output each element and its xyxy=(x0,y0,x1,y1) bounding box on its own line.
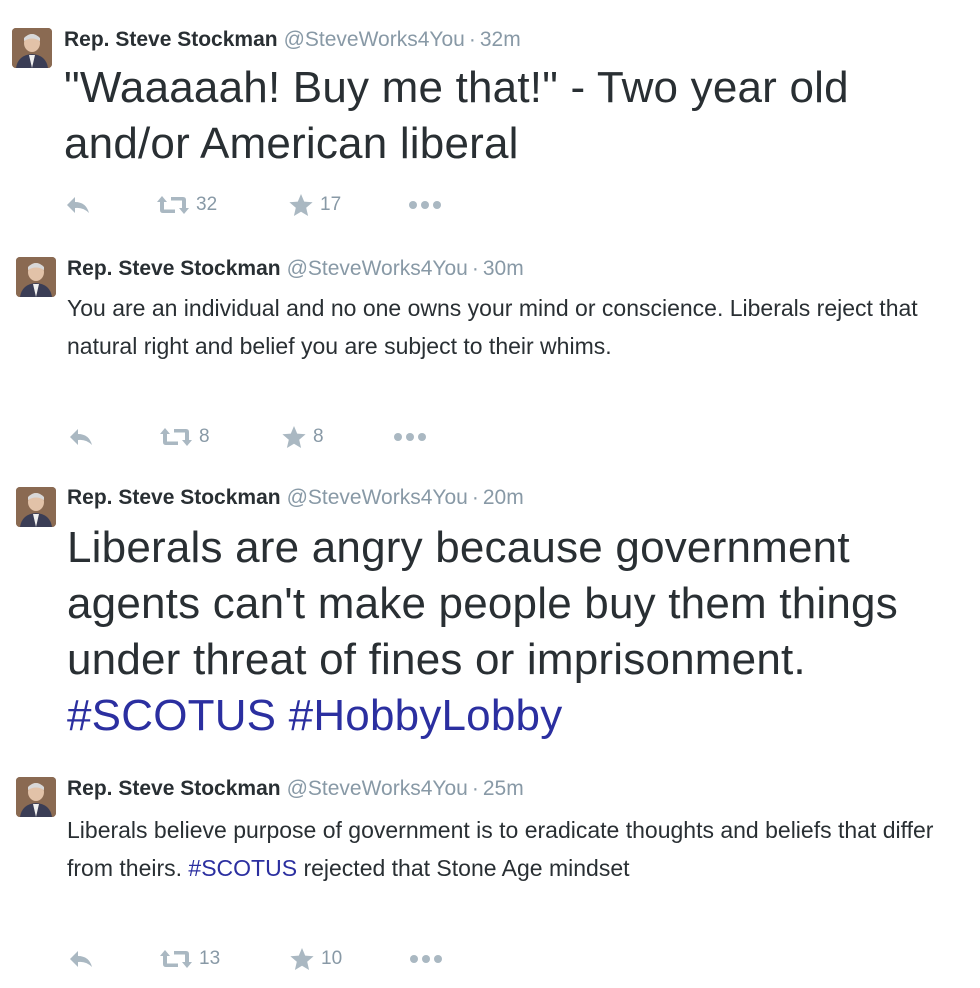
retweet-count: 13 xyxy=(199,948,221,969)
more-button[interactable] xyxy=(408,192,442,218)
retweet-icon xyxy=(160,950,192,968)
more-dots-icon xyxy=(394,433,426,441)
separator: · xyxy=(468,28,476,51)
avatar[interactable] xyxy=(16,487,56,527)
reply-button[interactable] xyxy=(67,424,95,450)
reply-icon xyxy=(70,429,92,445)
reply-button[interactable] xyxy=(64,192,92,218)
tweet: Rep. Steve Stockman @SteveWorks4You · 32m "… xyxy=(0,0,980,232)
tweet-text-part: "Waaaaah! Buy me that!" - Two year old a… xyxy=(64,63,849,168)
timestamp[interactable]: 32m xyxy=(480,28,521,51)
author-name[interactable]: Rep. Steve Stockman xyxy=(67,777,281,800)
reply-button[interactable] xyxy=(67,946,95,972)
more-dots-icon xyxy=(410,955,442,963)
retweet-button[interactable]: 32 xyxy=(156,192,217,218)
retweet-icon xyxy=(160,428,192,446)
author-name[interactable]: Rep. Steve Stockman xyxy=(67,486,281,509)
separator: · xyxy=(471,777,479,800)
timestamp[interactable]: 30m xyxy=(483,257,524,280)
timestamp[interactable]: 25m xyxy=(483,777,524,800)
tweet-text-part: rejected that Stone Age mindset xyxy=(303,855,630,881)
hashtag-link[interactable]: #SCOTUS xyxy=(188,855,297,881)
tweet: Rep. Steve Stockman @SteveWorks4You · 30m Y… xyxy=(0,232,980,480)
star-icon xyxy=(290,948,314,970)
tweet-actions: 13 10 xyxy=(67,946,467,972)
author-handle[interactable]: @SteveWorks4You xyxy=(287,257,468,280)
tweet-actions: 8 8 xyxy=(67,424,467,450)
favorite-count: 10 xyxy=(321,948,343,969)
favorite-count: 17 xyxy=(320,194,342,215)
tweet-text-part: You are an individual and no one owns yo… xyxy=(67,295,918,359)
reply-icon xyxy=(67,197,89,213)
author-name[interactable]: Rep. Steve Stockman xyxy=(64,28,278,51)
favorite-button[interactable]: 8 xyxy=(281,424,324,450)
retweet-button[interactable]: 8 xyxy=(159,424,210,450)
more-button[interactable] xyxy=(393,424,427,450)
separator: · xyxy=(471,257,479,280)
retweet-button[interactable]: 13 xyxy=(159,946,220,972)
tweet-header: Rep. Steve Stockman @SteveWorks4You · 20m xyxy=(67,485,524,511)
tweet-feed: Rep. Steve Stockman @SteveWorks4You · 32m "… xyxy=(0,0,980,988)
avatar[interactable] xyxy=(16,257,56,297)
author-handle[interactable]: @SteveWorks4You xyxy=(287,777,468,800)
tweet: Rep. Steve Stockman @SteveWorks4You · 20m L… xyxy=(0,480,980,770)
favorite-count: 8 xyxy=(313,426,324,447)
tweet-header: Rep. Steve Stockman @SteveWorks4You · 30m xyxy=(67,256,524,282)
retweet-count: 32 xyxy=(196,194,218,215)
favorite-button[interactable]: 10 xyxy=(289,946,342,972)
author-handle[interactable]: @SteveWorks4You xyxy=(287,486,468,509)
author-name[interactable]: Rep. Steve Stockman xyxy=(67,257,281,280)
avatar[interactable] xyxy=(12,28,52,68)
star-icon xyxy=(289,194,313,216)
tweet-header: Rep. Steve Stockman @SteveWorks4You · 25m xyxy=(67,776,524,802)
author-handle[interactable]: @SteveWorks4You xyxy=(284,28,465,51)
tweet-text: Liberals believe purpose of government i… xyxy=(67,811,957,887)
tweet-header: Rep. Steve Stockman @SteveWorks4You · 32m xyxy=(64,27,521,53)
reply-icon xyxy=(70,951,92,967)
separator: · xyxy=(471,486,479,509)
tweet-text: Liberals are angry because government ag… xyxy=(67,520,972,744)
tweet-text-part: Liberals are angry because government ag… xyxy=(67,523,898,684)
timestamp[interactable]: 20m xyxy=(483,486,524,509)
hashtag-link[interactable]: #HobbyLobby xyxy=(289,691,563,740)
tweet: Rep. Steve Stockman @SteveWorks4You · 25m L… xyxy=(0,770,980,988)
more-dots-icon xyxy=(409,201,441,209)
more-button[interactable] xyxy=(409,946,443,972)
retweet-count: 8 xyxy=(199,426,210,447)
tweet-actions: 32 17 xyxy=(64,192,464,218)
retweet-icon xyxy=(157,196,189,214)
tweet-text: "Waaaaah! Buy me that!" - Two year old a… xyxy=(64,60,964,172)
avatar[interactable] xyxy=(16,777,56,817)
star-icon xyxy=(282,426,306,448)
hashtag-link[interactable]: #SCOTUS xyxy=(67,691,276,740)
favorite-button[interactable]: 17 xyxy=(288,192,341,218)
tweet-text: You are an individual and no one owns yo… xyxy=(67,289,947,365)
